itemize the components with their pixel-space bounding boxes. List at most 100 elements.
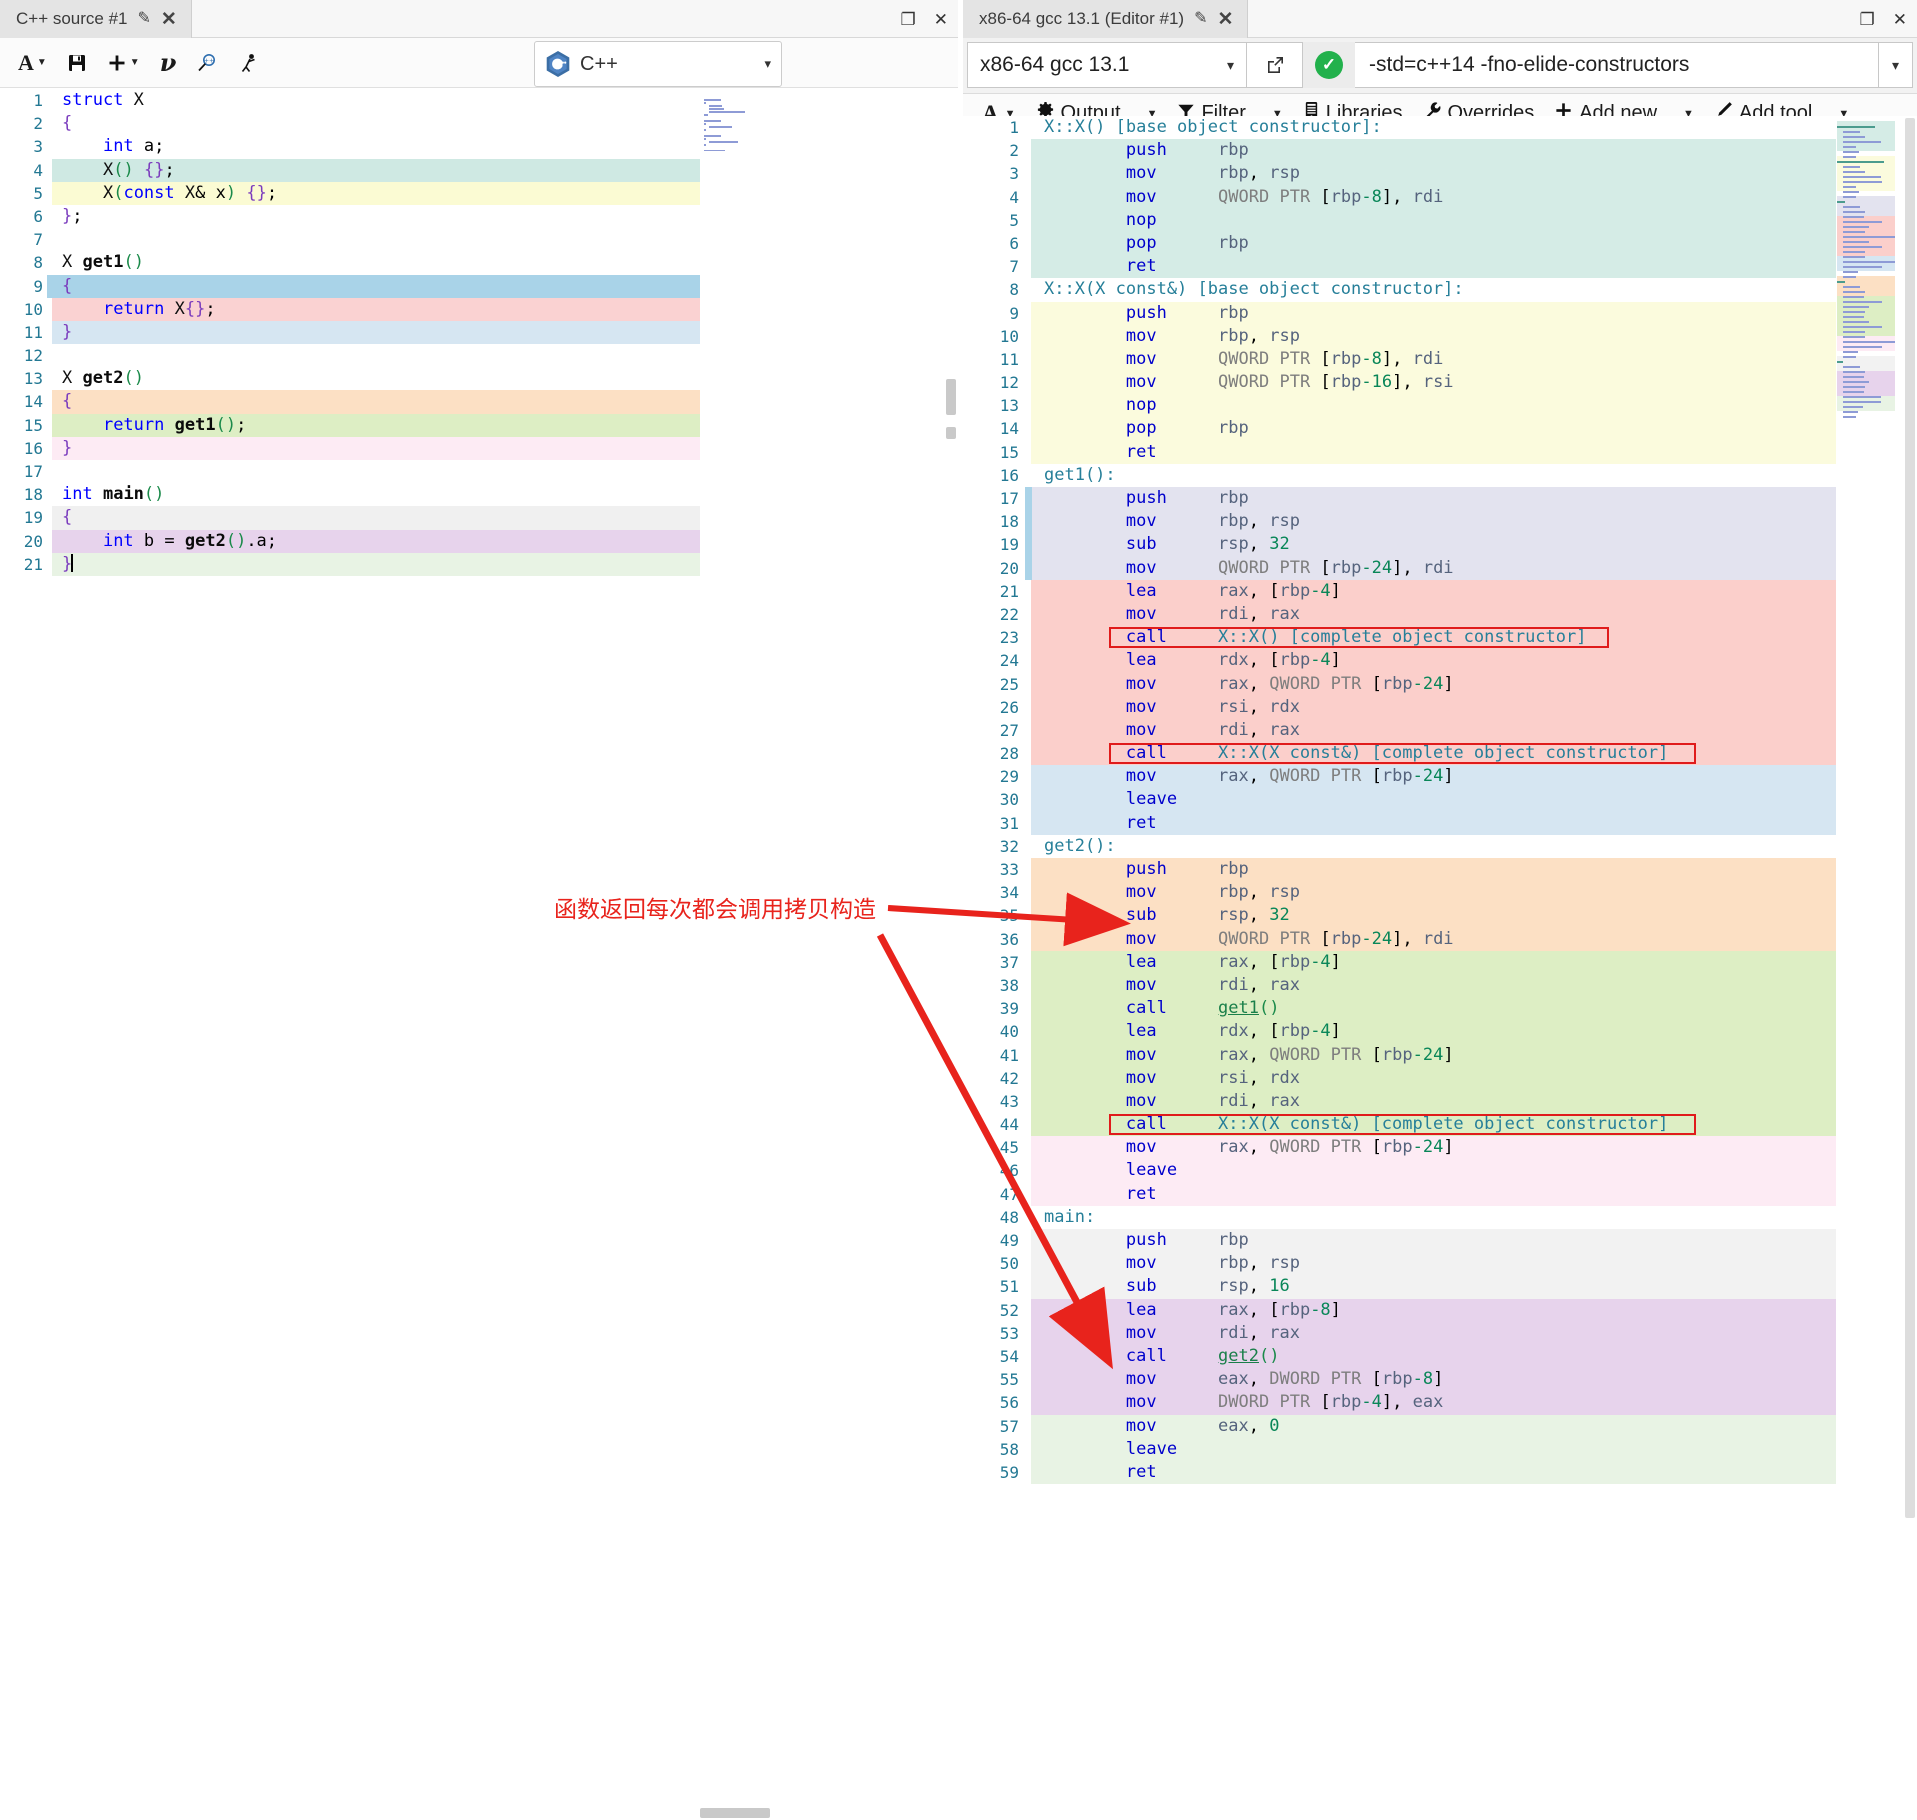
assembly-line[interactable]: 40 lea rdx, [rbp-4] bbox=[963, 1020, 1917, 1044]
assembly-line[interactable]: 17 push rbp bbox=[963, 487, 1917, 511]
source-line[interactable]: 6}; bbox=[0, 205, 958, 228]
assembly-line[interactable]: 47 ret bbox=[963, 1182, 1917, 1206]
popout-button[interactable] bbox=[1247, 42, 1303, 88]
assembly-line[interactable]: 27 mov rdi, rax bbox=[963, 718, 1917, 743]
assembly-line[interactable]: 38 mov rdi, rax bbox=[963, 973, 1917, 998]
assembly-line[interactable]: 50 mov rbp, rsp bbox=[963, 1252, 1917, 1276]
source-code-area[interactable]: 1 struct X 2{3 int a; 4 X() {}; 5 X(const X&… bbox=[0, 89, 958, 1790]
source-line[interactable]: 2{ bbox=[0, 112, 958, 135]
assembly-line[interactable]: 45 mov rax, QWORD PTR [rbp-24] bbox=[963, 1136, 1917, 1160]
source-line[interactable]: 10 return X{}; bbox=[0, 297, 958, 321]
assembly-line[interactable]: 49 push rbp bbox=[963, 1229, 1917, 1253]
assembly-line[interactable]: 15 ret bbox=[963, 440, 1917, 464]
source-hscrollbar[interactable] bbox=[690, 1806, 958, 1820]
assembly-line[interactable]: 34 mov rbp, rsp bbox=[963, 881, 1917, 905]
assembly-line[interactable]: 57 mov eax, 0 bbox=[963, 1414, 1917, 1438]
source-line[interactable]: 1 struct X bbox=[0, 89, 958, 112]
assembly-line[interactable]: 22 mov rdi, rax bbox=[963, 602, 1917, 627]
assembly-line[interactable]: 6 pop rbp bbox=[963, 231, 1917, 256]
assembly-line[interactable]: 30 leave bbox=[963, 788, 1917, 812]
assembly-line[interactable]: 3 mov rbp, rsp bbox=[963, 162, 1917, 186]
assembly-line[interactable]: 59 ret bbox=[963, 1460, 1917, 1485]
assembly-line[interactable]: 35 sub rsp, 32 bbox=[963, 904, 1917, 928]
assembly-line[interactable]: 54 call get2() bbox=[963, 1344, 1917, 1369]
source-line[interactable]: 19{ bbox=[0, 506, 958, 530]
source-line[interactable]: 15 return get1(); bbox=[0, 413, 958, 437]
font-size-button[interactable]: A ▼ bbox=[10, 44, 55, 82]
source-line[interactable]: 14{ bbox=[0, 390, 958, 414]
source-vscroll-thumb-2[interactable] bbox=[946, 427, 956, 439]
assembly-line[interactable]: 33 push rbp bbox=[963, 858, 1917, 882]
assembly-line[interactable]: 37 lea rax, [rbp-4] bbox=[963, 950, 1917, 974]
assembly-line[interactable]: 36 mov QWORD PTR [rbp-24], rdi bbox=[963, 927, 1917, 951]
assembly-line[interactable]: 25 mov rax, QWORD PTR [rbp-24] bbox=[963, 672, 1917, 696]
vim-mode-button[interactable]: ν bbox=[152, 44, 185, 82]
assembly-line[interactable]: 46 leave bbox=[963, 1159, 1917, 1183]
assembly-line[interactable]: 32 get2(): bbox=[963, 835, 1917, 858]
zoom-button[interactable]: ++ bbox=[188, 44, 226, 82]
close-icon[interactable]: ✕ bbox=[1893, 11, 1907, 28]
close-icon[interactable]: ✕ bbox=[161, 10, 177, 29]
assembly-line[interactable]: 51 sub rsp, 16 bbox=[963, 1275, 1917, 1299]
source-line[interactable]: 13 X get2() bbox=[0, 367, 958, 390]
maximize-icon[interactable]: ❐ bbox=[901, 11, 916, 28]
assembly-line[interactable]: 4 mov QWORD PTR [rbp-8], rdi bbox=[963, 185, 1917, 209]
assembly-vscrollbar[interactable] bbox=[1903, 116, 1917, 1808]
assembly-line[interactable]: 21 lea rax, [rbp-4] bbox=[963, 579, 1917, 603]
pencil-icon[interactable]: ✎ bbox=[1194, 11, 1207, 27]
source-vscrollbar[interactable] bbox=[944, 89, 958, 1790]
assembly-line[interactable]: 52 lea rax, [rbp-8] bbox=[963, 1298, 1917, 1322]
assembly-line[interactable]: 9 push rbp bbox=[963, 301, 1917, 325]
assembly-line[interactable]: 29 mov rax, QWORD PTR [rbp-24] bbox=[963, 765, 1917, 789]
compiler-options-input[interactable]: -std=c++14 -fno-elide-constructors bbox=[1355, 42, 1879, 88]
assembly-line[interactable]: 12 mov QWORD PTR [rbp-16], rsi bbox=[963, 371, 1917, 395]
source-line[interactable]: 16} bbox=[0, 436, 958, 460]
assembly-line[interactable]: 53 mov rdi, rax bbox=[963, 1321, 1917, 1345]
source-line[interactable]: 8X get1() bbox=[0, 251, 958, 274]
source-line[interactable]: 17 bbox=[0, 460, 958, 483]
assembly-line[interactable]: 43 mov rdi, rax bbox=[963, 1089, 1917, 1114]
assembly-line[interactable]: 8 X::X(X const&) [base object constructor… bbox=[963, 278, 1917, 301]
assembly-line[interactable]: 11 mov QWORD PTR [rbp-8], rdi bbox=[963, 347, 1917, 372]
close-icon[interactable]: ✕ bbox=[1217, 10, 1233, 29]
assembly-line[interactable]: 31 ret bbox=[963, 811, 1917, 835]
compiler-select[interactable]: x86-64 gcc 13.1 ▾ bbox=[967, 42, 1247, 88]
source-hscroll-thumb[interactable] bbox=[700, 1808, 770, 1818]
add-button[interactable]: ▼ bbox=[99, 44, 148, 82]
assembly-line[interactable]: 58 leave bbox=[963, 1437, 1917, 1461]
format-button[interactable] bbox=[230, 44, 268, 82]
assembly-line[interactable]: 10 mov rbp, rsp bbox=[963, 324, 1917, 348]
assembly-vscroll-thumb[interactable] bbox=[1905, 118, 1915, 1518]
assembly-line[interactable]: 13 nop bbox=[963, 394, 1917, 418]
source-line[interactable]: 9{ bbox=[0, 274, 958, 298]
assembly-line[interactable]: 26 mov rsi, rdx bbox=[963, 695, 1917, 719]
assembly-line[interactable]: 41 mov rax, QWORD PTR [rbp-24] bbox=[963, 1043, 1917, 1067]
close-icon[interactable]: ✕ bbox=[934, 11, 948, 28]
source-line[interactable]: 11} bbox=[0, 320, 958, 345]
assembly-line[interactable]: 2 push rbp bbox=[963, 139, 1917, 163]
assembly-line[interactable]: 7 ret bbox=[963, 255, 1917, 279]
assembly-line[interactable]: 42 mov rsi, rdx bbox=[963, 1066, 1917, 1090]
assembly-line[interactable]: 19 sub rsp, 32 bbox=[963, 533, 1917, 557]
source-line[interactable]: 20 int b = get2().a; bbox=[0, 529, 958, 553]
source-line[interactable]: 3 int a; bbox=[0, 135, 958, 158]
assembly-line[interactable]: 5 nop bbox=[963, 208, 1917, 232]
source-line[interactable]: 5 X(const X& x) {}; bbox=[0, 181, 958, 205]
assembly-code-area[interactable]: 1 X::X() [base object constructor]: 2 push… bbox=[963, 116, 1917, 1808]
assembly-line[interactable]: 48 main: bbox=[963, 1206, 1917, 1229]
assembly-line[interactable]: 55 mov eax, DWORD PTR [rbp-8] bbox=[963, 1368, 1917, 1392]
source-line[interactable]: 18 int main() bbox=[0, 483, 958, 506]
assembly-line[interactable]: 16 get1(): bbox=[963, 464, 1917, 487]
source-line[interactable]: 12 bbox=[0, 344, 958, 367]
assembly-line[interactable]: 1 X::X() [base object constructor]: bbox=[963, 116, 1917, 139]
tab-gcc-editor[interactable]: x86-64 gcc 13.1 (Editor #1) ✎ ✕ bbox=[963, 0, 1249, 38]
assembly-line[interactable]: 20 mov QWORD PTR [rbp-24], rdi bbox=[963, 556, 1917, 580]
source-line[interactable]: 7 bbox=[0, 228, 958, 251]
assembly-line[interactable]: 39 call get1() bbox=[963, 997, 1917, 1021]
source-line[interactable]: 21} bbox=[0, 552, 958, 576]
assembly-line[interactable]: 14 pop rbp bbox=[963, 417, 1917, 441]
compiler-options-dropdown[interactable]: ▾ bbox=[1879, 42, 1913, 88]
assembly-line[interactable]: 18 mov rbp, rsp bbox=[963, 510, 1917, 534]
pencil-icon[interactable]: ✎ bbox=[138, 11, 151, 27]
assembly-line[interactable]: 24 lea rdx, [rbp-4] bbox=[963, 649, 1917, 673]
